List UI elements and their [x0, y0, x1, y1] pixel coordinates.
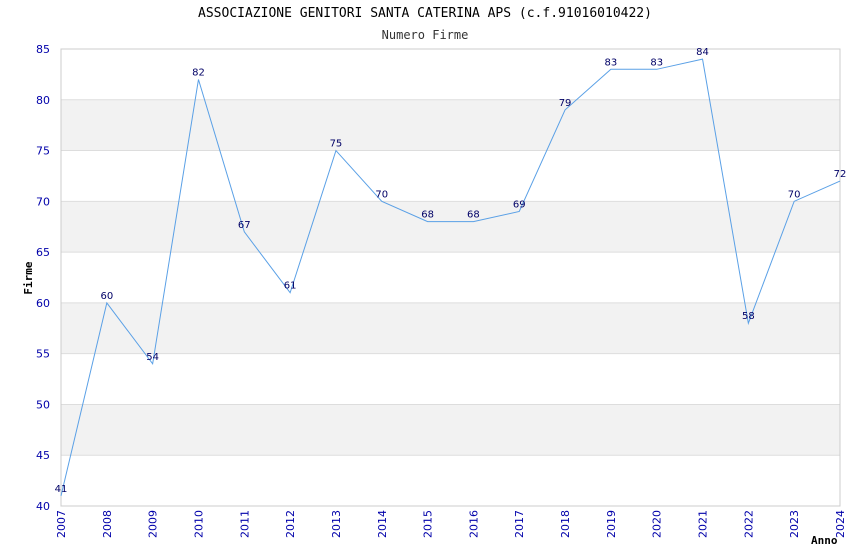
- x-tick-label: 2022: [742, 510, 755, 538]
- x-tick-label: 2021: [697, 510, 710, 538]
- x-axis-ticks: 2007 2008 2009 2010 2011 2012 2013 2014 2015 2016…: [55, 510, 847, 538]
- data-label: 70: [375, 189, 388, 200]
- data-label: 79: [559, 98, 572, 109]
- x-tick-label: 2009: [147, 510, 160, 538]
- chart-plot: 40 45 50 55 60 65 70 75 80 85 2007 2008 2009 2010 201…: [22, 43, 847, 547]
- data-label: 72: [834, 169, 847, 180]
- y-axis-title: Firme: [22, 261, 35, 294]
- background-bands: [61, 99, 840, 456]
- data-label: 83: [650, 57, 663, 68]
- x-tick-label: 2023: [788, 510, 801, 538]
- background-band: [61, 99, 840, 151]
- x-tick-label: 2013: [330, 510, 343, 538]
- data-label: 69: [513, 199, 526, 210]
- data-label: 41: [55, 484, 68, 495]
- y-tick-label: 40: [36, 500, 50, 513]
- background-band: [61, 302, 840, 354]
- data-label: 58: [742, 311, 755, 322]
- x-tick-label: 2020: [651, 510, 664, 538]
- x-tick-label: 2010: [192, 510, 205, 538]
- y-tick-label: 50: [36, 398, 50, 411]
- x-tick-label: 2008: [101, 510, 114, 538]
- chart-container: ASSOCIAZIONE GENITORI SANTA CATERINA APS…: [0, 0, 850, 550]
- x-tick-label: 2018: [559, 510, 572, 538]
- x-tick-label: 2007: [55, 510, 68, 538]
- y-tick-label: 80: [36, 94, 50, 107]
- y-tick-label: 75: [36, 145, 50, 158]
- y-axis-ticks: 40 45 50 55 60 65 70 75 80 85: [36, 43, 50, 513]
- y-tick-label: 45: [36, 449, 50, 462]
- data-label: 61: [284, 281, 297, 292]
- x-tick-label: 2016: [467, 510, 480, 538]
- data-label: 54: [146, 352, 159, 363]
- data-label: 75: [330, 139, 343, 150]
- x-tick-label: 2014: [376, 510, 389, 538]
- x-tick-label: 2015: [422, 510, 435, 538]
- y-tick-label: 65: [36, 246, 50, 259]
- data-label: 68: [467, 210, 480, 221]
- x-axis-title: Anno: [811, 534, 838, 547]
- y-tick-label: 85: [36, 43, 50, 56]
- x-tick-label: 2011: [238, 510, 251, 538]
- data-label: 70: [788, 189, 801, 200]
- data-label: 82: [192, 67, 205, 78]
- data-label: 67: [238, 220, 251, 231]
- y-tick-label: 70: [36, 195, 50, 208]
- data-label: 68: [421, 210, 434, 221]
- x-tick-label: 2012: [284, 510, 297, 538]
- data-label: 84: [696, 47, 709, 58]
- data-label: 60: [100, 291, 113, 302]
- x-tick-label: 2017: [513, 510, 526, 538]
- y-tick-label: 60: [36, 297, 50, 310]
- data-label: 83: [605, 57, 618, 68]
- y-tick-label: 55: [36, 348, 50, 361]
- x-tick-label: 2019: [605, 510, 618, 538]
- background-band: [61, 404, 840, 456]
